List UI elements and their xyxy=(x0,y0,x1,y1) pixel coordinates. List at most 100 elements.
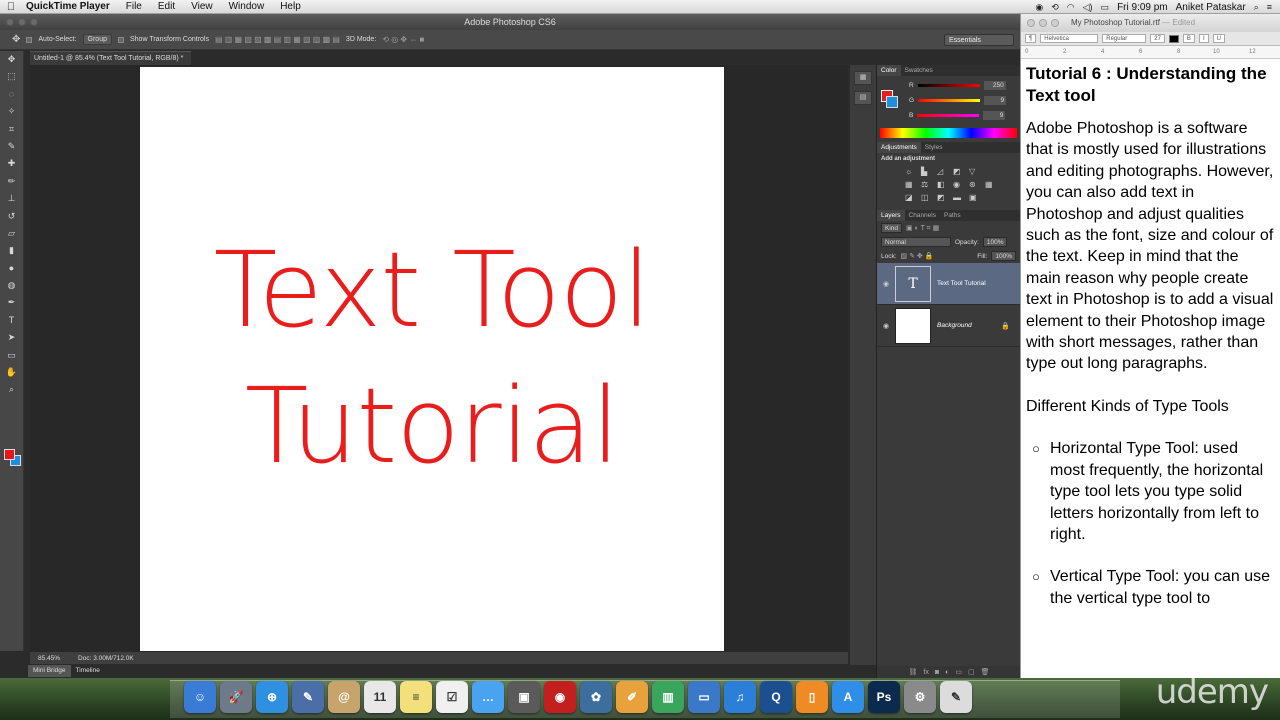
blur-tool-icon[interactable]: ● xyxy=(0,260,23,277)
visibility-eye-icon[interactable]: ◉ xyxy=(877,280,895,288)
ruler[interactable]: 0 2 4 6 8 10 12 xyxy=(1021,46,1280,59)
zoom-tool-icon[interactable]: ⌕ xyxy=(0,381,23,398)
exposure-icon[interactable]: ◩ xyxy=(953,167,965,176)
dock-preview-icon[interactable]: ✎ xyxy=(292,681,324,713)
volume-icon[interactable]: ◁) xyxy=(1083,2,1093,13)
layer-filter-icons[interactable]: ▣ ◐ T ⌗ ▦ xyxy=(906,224,939,233)
channel-mixer-icon[interactable]: ⊛ xyxy=(969,180,981,189)
layer-name[interactable]: Text Tool Tutorial xyxy=(937,280,986,287)
time-machine-icon[interactable]: ⟲ xyxy=(1051,2,1059,13)
dock-launchpad-icon[interactable]: 🚀 xyxy=(220,681,252,713)
dock-notes-icon[interactable]: ≡ xyxy=(400,681,432,713)
tab-channels[interactable]: Channels xyxy=(905,210,940,221)
tab-mini-bridge[interactable]: Mini Bridge xyxy=(28,665,71,677)
folder-icon[interactable]: ▭ xyxy=(955,668,962,676)
blend-mode-dropdown[interactable]: Normal xyxy=(881,237,951,247)
canvas-text-line2[interactable]: Tutorial xyxy=(140,365,724,487)
apple-menu-icon[interactable]:  xyxy=(0,1,22,13)
threshold-icon[interactable]: ◩ xyxy=(937,193,949,202)
close-icon[interactable] xyxy=(1027,19,1035,27)
font-size-field[interactable]: 27 xyxy=(1150,34,1165,43)
menu-edit[interactable]: Edit xyxy=(150,0,183,14)
panel-background-swatch[interactable] xyxy=(886,96,898,108)
dock-system-preferences-icon[interactable]: ⚙ xyxy=(904,681,936,713)
red-slider[interactable] xyxy=(917,84,980,87)
gradient-tool-icon[interactable]: ▮ xyxy=(0,242,23,259)
3d-mode-icons[interactable]: ⟲ ◎ ✥ ⇔ ■ xyxy=(382,35,424,44)
lasso-tool-icon[interactable]: ◌ xyxy=(0,86,23,103)
dock-itunes-icon[interactable]: ♫ xyxy=(724,681,756,713)
menu-clock[interactable]: Fri 9:09 pm xyxy=(1117,2,1168,13)
dock-safari-icon[interactable]: ⊕ xyxy=(256,681,288,713)
minimize-icon[interactable] xyxy=(18,18,26,26)
crop-tool-icon[interactable]: ⌗ xyxy=(0,121,23,138)
tab-adjustments[interactable]: Adjustments xyxy=(877,142,921,153)
black-white-icon[interactable]: ◧ xyxy=(937,180,949,189)
visibility-eye-icon[interactable]: ◉ xyxy=(877,322,895,330)
dock-reminders-icon[interactable]: ☑ xyxy=(436,681,468,713)
healing-brush-icon[interactable]: ✚ xyxy=(0,155,23,172)
dock-photo-booth-icon[interactable]: ◉ xyxy=(544,681,576,713)
tab-layers[interactable]: Layers xyxy=(877,210,905,221)
fill-field[interactable]: 100% xyxy=(991,251,1016,261)
menu-window[interactable]: Window xyxy=(221,0,273,14)
fx-icon[interactable]: fx xyxy=(923,669,928,676)
vibrance-icon[interactable]: ▽ xyxy=(969,167,981,176)
mask-icon[interactable]: ◙ xyxy=(935,669,939,676)
canvas-text-line1[interactable]: Text Tool xyxy=(140,229,724,351)
font-style-dropdown[interactable]: Regular xyxy=(1102,34,1147,43)
layer-text[interactable]: ◉ T Text Tool Tutorial xyxy=(877,263,1020,305)
dock-facetime-icon[interactable]: ▣ xyxy=(508,681,540,713)
zoom-level[interactable]: 85.45% xyxy=(38,655,60,662)
minimize-icon[interactable] xyxy=(1039,19,1047,27)
tab-timeline[interactable]: Timeline xyxy=(71,665,105,677)
dock-iphoto-icon[interactable]: ✿ xyxy=(580,681,612,713)
paragraph-style-dropdown[interactable]: ¶ xyxy=(1025,34,1037,43)
menu-help[interactable]: Help xyxy=(272,0,309,14)
trash-icon[interactable]: 🗑 xyxy=(981,668,990,676)
red-value[interactable]: 250 xyxy=(983,81,1006,90)
layer-kind-dropdown[interactable]: Kind xyxy=(881,223,903,233)
wifi-icon[interactable]: ◠ xyxy=(1067,2,1075,13)
document-canvas[interactable]: Text Tool Tutorial xyxy=(140,67,724,651)
bold-button[interactable]: B xyxy=(1182,34,1195,43)
blue-value[interactable]: 9 xyxy=(983,111,1006,120)
document-tab[interactable]: Untitled-1 @ 85.4% (Text Tool Tutorial, … xyxy=(30,51,192,65)
posterize-icon[interactable]: ◫ xyxy=(921,193,933,202)
clone-stamp-icon[interactable]: ⊥ xyxy=(0,190,23,207)
move-tool-icon[interactable]: ✥ xyxy=(12,34,20,45)
notification-icon[interactable]: ≡ xyxy=(1267,2,1272,12)
tab-swatches[interactable]: Swatches xyxy=(901,65,937,76)
menu-view[interactable]: View xyxy=(183,0,221,14)
brightness-icon[interactable]: ☼ xyxy=(905,167,917,176)
close-icon[interactable] xyxy=(6,18,14,26)
photo-filter-icon[interactable]: ◉ xyxy=(953,180,965,189)
magic-wand-icon[interactable]: ✧ xyxy=(0,103,23,120)
opacity-field[interactable]: 100% xyxy=(982,237,1008,247)
shape-tool-icon[interactable]: ▭ xyxy=(0,347,23,364)
dock-finder-icon[interactable]: ☺ xyxy=(184,681,216,713)
tab-color[interactable]: Color xyxy=(877,65,901,76)
selective-color-icon[interactable]: ▣ xyxy=(969,193,981,202)
green-slider[interactable] xyxy=(918,99,981,102)
foreground-color-swatch[interactable] xyxy=(4,449,15,460)
record-icon[interactable]: ◉ xyxy=(1035,2,1043,13)
underline-button[interactable]: U xyxy=(1212,34,1225,43)
dock-keynote-icon[interactable]: ▭ xyxy=(688,681,720,713)
dock-textedit-icon[interactable]: ✎ xyxy=(940,681,972,713)
pen-tool-icon[interactable]: ✒ xyxy=(0,294,23,311)
dock-app-store-icon[interactable]: A xyxy=(832,681,864,713)
document-body[interactable]: Tutorial 6 : Understanding the Text tool… xyxy=(1021,59,1280,659)
brush-tool-icon[interactable]: ✏ xyxy=(0,173,23,190)
dock-messages-icon[interactable]: … xyxy=(472,681,504,713)
dock-photoshop-icon[interactable]: Ps xyxy=(868,681,900,713)
gradient-map-icon[interactable]: ▬ xyxy=(953,193,965,202)
history-brush-icon[interactable]: ↺ xyxy=(0,208,23,225)
align-icons[interactable]: ▤ ▥ ▦ ▧ ▨ ▩ ▤ ▥ ▦ ▧ ▨ ▩ ▤ xyxy=(215,35,340,44)
dock-pages-icon[interactable]: ✐ xyxy=(616,681,648,713)
hand-tool-icon[interactable]: ✋ xyxy=(0,364,23,381)
dock-quicktime-icon[interactable]: Q xyxy=(760,681,792,713)
dock-ibooks-icon[interactable]: ▯ xyxy=(796,681,828,713)
italic-button[interactable]: I xyxy=(1198,34,1209,43)
menu-file[interactable]: File xyxy=(118,0,150,14)
